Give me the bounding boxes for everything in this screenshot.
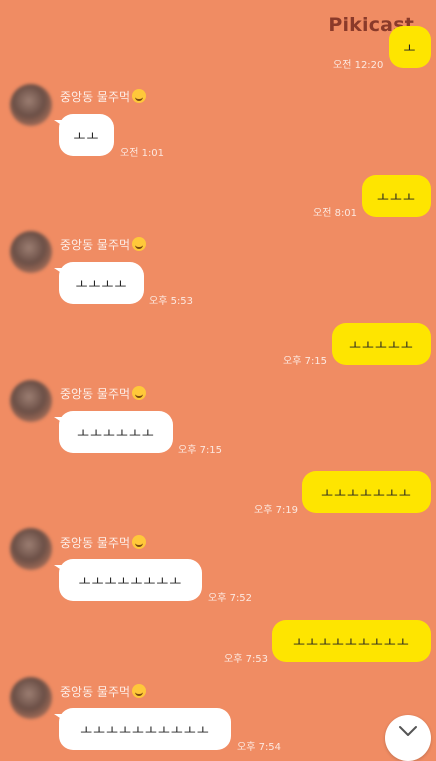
hug-emoji-icon bbox=[132, 535, 147, 549]
sender-name: 중앙동 물주먹 bbox=[60, 236, 147, 253]
sender-name: 중앙동 물주먹 bbox=[60, 385, 147, 402]
hug-emoji-icon bbox=[132, 386, 147, 400]
message-time: 오후 7:15 bbox=[283, 356, 328, 367]
message-time: 오후 5:53 bbox=[149, 296, 194, 307]
message-time: 오전 1:01 bbox=[120, 148, 165, 159]
sender-avatar[interactable] bbox=[10, 528, 52, 570]
hug-emoji-icon bbox=[132, 237, 147, 251]
message-bubble-received[interactable]: ㅗㅗㅗㅗ bbox=[54, 262, 144, 304]
message-bubble-received[interactable]: ㅗㅗㅗㅗㅗㅗㅗㅗㅗㅗ bbox=[54, 708, 231, 750]
message-time: 오전 12:20 bbox=[333, 60, 384, 71]
message-time: 오후 7:53 bbox=[224, 654, 269, 665]
message-time: 오전 8:01 bbox=[313, 208, 358, 219]
sender-name: 중앙동 물주먹 bbox=[60, 534, 147, 551]
hug-emoji-icon bbox=[132, 684, 147, 698]
message-time: 오후 7:15 bbox=[178, 445, 223, 456]
message-bubble-received[interactable]: ㅗㅗㅗㅗㅗㅗ bbox=[54, 411, 173, 453]
message-bubble-sent[interactable]: ㅗ bbox=[389, 26, 431, 68]
message-bubble-sent[interactable]: ㅗㅗㅗㅗㅗㅗㅗ bbox=[302, 471, 431, 513]
sender-avatar[interactable] bbox=[10, 84, 52, 126]
sender-avatar[interactable] bbox=[10, 677, 52, 719]
message-bubble-sent[interactable]: ㅗㅗㅗㅗㅗ bbox=[332, 323, 431, 365]
message-bubble-received[interactable]: ㅗㅗ bbox=[54, 114, 114, 156]
sender-name: 중앙동 물주먹 bbox=[60, 683, 147, 700]
sender-avatar[interactable] bbox=[10, 231, 52, 273]
message-bubble-sent[interactable]: ㅗㅗㅗ bbox=[362, 175, 431, 217]
message-time: 오후 7:54 bbox=[237, 742, 282, 753]
sender-name: 중앙동 물주먹 bbox=[60, 88, 147, 105]
message-time: 오후 7:52 bbox=[208, 593, 253, 604]
hug-emoji-icon bbox=[132, 89, 147, 103]
message-bubble-sent[interactable]: ㅗㅗㅗㅗㅗㅗㅗㅗㅗ bbox=[272, 620, 431, 662]
sender-avatar[interactable] bbox=[10, 380, 52, 422]
message-time: 오후 7:19 bbox=[254, 505, 299, 516]
scroll-to-bottom-button[interactable] bbox=[385, 715, 431, 761]
chevron-down-icon bbox=[399, 726, 417, 736]
message-bubble-received[interactable]: ㅗㅗㅗㅗㅗㅗㅗㅗ bbox=[54, 559, 202, 601]
